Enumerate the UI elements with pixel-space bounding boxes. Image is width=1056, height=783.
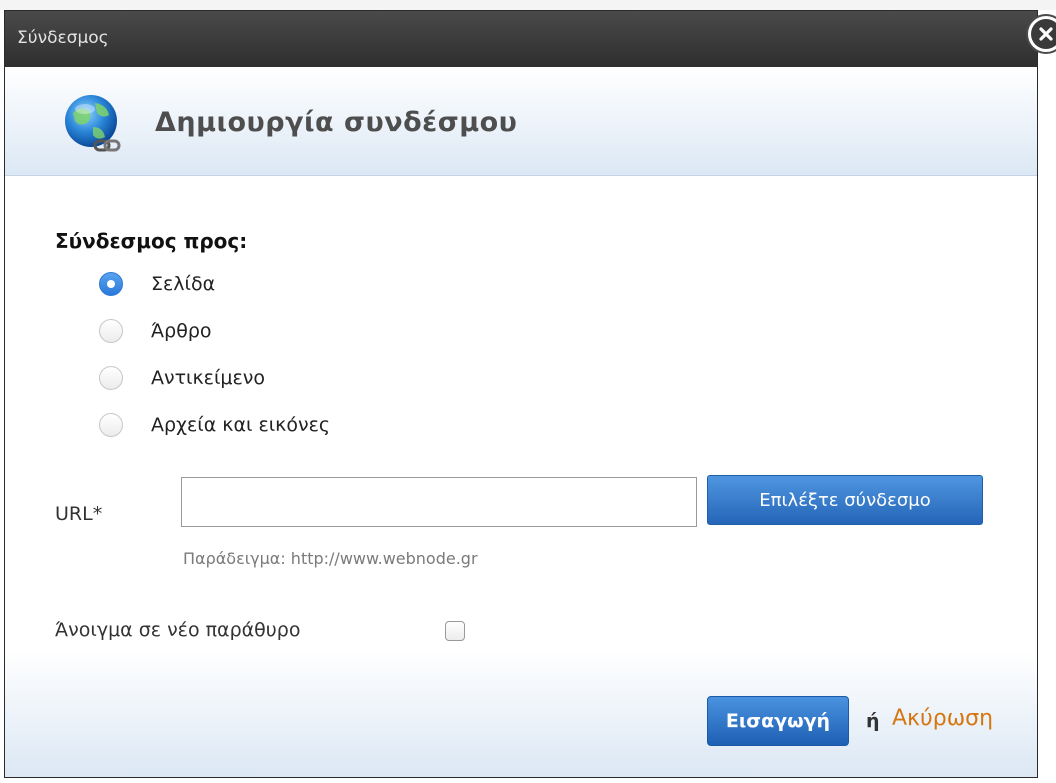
radio-option-files-images[interactable]: Αρχεία και εικόνες — [99, 410, 330, 440]
radio-label-article[interactable]: Άρθρο — [151, 320, 212, 342]
url-example-hint: Παράδειγμα: http://www.webnode.gr — [183, 549, 478, 568]
url-label: URL* — [55, 503, 103, 525]
radio-option-object[interactable]: Αντικείμενο — [99, 363, 265, 393]
close-icon-glyph — [1039, 27, 1053, 41]
radio-option-page[interactable]: Σελίδα — [99, 269, 215, 299]
radio-label-page[interactable]: Σελίδα — [151, 273, 215, 295]
dialog-titlebar[interactable]: Σύνδεσμος — [5, 11, 1037, 67]
new-window-checkbox[interactable] — [445, 621, 465, 641]
close-icon — [1031, 19, 1056, 49]
globe-link-icon — [65, 95, 121, 152]
radio-label-object[interactable]: Αντικείμενο — [151, 367, 265, 389]
dialog-header: Δημιουργία συνδέσμου — [5, 67, 1037, 176]
radio-button-page[interactable] — [99, 272, 123, 296]
dialog-footer — [5, 651, 1037, 777]
insert-button[interactable]: Εισαγωγή — [707, 696, 849, 746]
new-window-label: Άνοιγμα σε νέο παράθυρο — [55, 619, 301, 641]
link-to-label: Σύνδεσμος προς: — [55, 229, 248, 253]
radio-button-article[interactable] — [99, 319, 123, 343]
link-dialog: Σύνδεσμος Δημιουργία συνδέσμου Σύνδεσμος… — [4, 10, 1038, 778]
cancel-link[interactable]: Ακύρωση — [892, 706, 993, 731]
or-separator: ή — [866, 710, 880, 732]
radio-label-files-images[interactable]: Αρχεία και εικόνες — [151, 414, 330, 436]
radio-option-article[interactable]: Άρθρο — [99, 316, 212, 346]
radio-dot — [107, 280, 115, 288]
dialog-window-title: Σύνδεσμος — [17, 28, 109, 48]
dialog-heading: Δημιουργία συνδέσμου — [155, 107, 518, 138]
background-strip — [0, 0, 1056, 10]
choose-link-button[interactable]: Επιλέξτε σύνδεσμο — [707, 475, 983, 525]
page: Σύνδεσμος Δημιουργία συνδέσμου Σύνδεσμος… — [0, 0, 1056, 783]
radio-button-object[interactable] — [99, 366, 123, 390]
radio-button-files-images[interactable] — [99, 413, 123, 437]
url-input[interactable] — [181, 477, 697, 527]
